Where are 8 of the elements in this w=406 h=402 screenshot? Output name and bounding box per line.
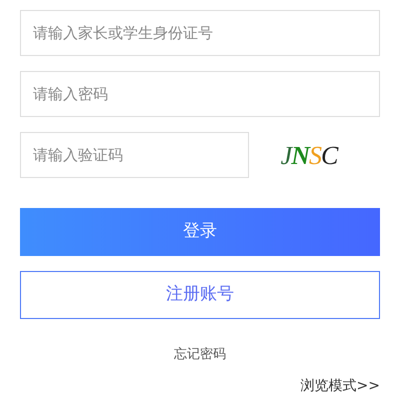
captcha-image[interactable]: JNSC [265,137,353,173]
register-button[interactable]: 注册账号 [20,271,380,319]
login-button[interactable]: 登录 [20,208,380,256]
browse-mode-link[interactable]: 浏览模式>> [300,378,380,394]
id-number-field[interactable]: 请输入家长或学生身份证号 [20,10,380,56]
captcha-field[interactable]: 请输入验证码 [20,132,249,178]
forgot-password-link[interactable]: 忘记密码 [174,347,226,362]
password-field[interactable]: 请输入密码 [20,71,380,117]
